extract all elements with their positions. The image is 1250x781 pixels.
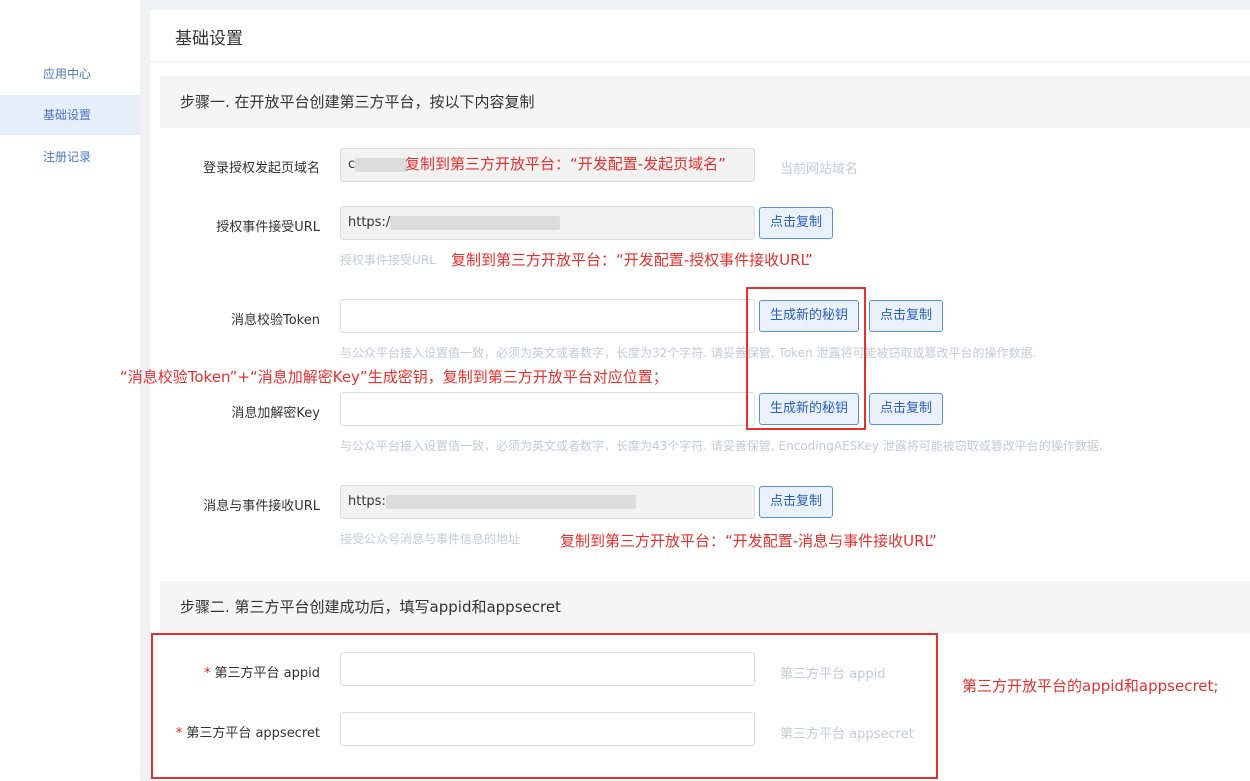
annotation-keys: “消息校验Token”+“消息加解密Key”生成密钥，复制到第三方开放平台对应位… — [120, 368, 668, 386]
sidebar-item-registration-records[interactable]: 注册记录 — [0, 137, 140, 177]
sidebar-item-app-center[interactable]: 应用中心 — [0, 54, 140, 94]
sidebar-item-label: 注册记录 — [43, 150, 92, 164]
page-title: 基础设置 — [175, 29, 243, 49]
appsecret-label-text: 第三方平台 appsecret — [186, 726, 320, 741]
annotation-msg-url: 复制到第三方开放平台：“开发配置-消息与事件接收URL” — [560, 532, 937, 550]
aes-key-label: 消息加解密Key — [231, 406, 320, 421]
step1-heading: 步骤一. 在开放平台创建第三方平台，按以下内容复制 — [160, 76, 1250, 128]
generate-token-button[interactable]: 生成新的秘钥 — [759, 300, 860, 332]
appid-label: * 第三方平台 appid — [204, 662, 320, 681]
auth-url-field: https:/ — [340, 206, 755, 240]
redacted-value — [385, 494, 636, 509]
token-input[interactable] — [340, 299, 755, 333]
copy-aes-key-button[interactable]: 点击复制 — [869, 393, 944, 425]
msg-url-value: https: — [348, 494, 386, 509]
annotation-domain: 复制到第三方开放平台：“开发配置-发起页域名” — [405, 155, 726, 173]
title-divider — [150, 61, 1250, 62]
appid-label-text: 第三方平台 appid — [214, 666, 320, 681]
sidebar-item-basic-settings[interactable]: 基础设置 — [0, 95, 140, 135]
token-hint: 与公众平台接入设置值一致，必须为英文或者数字，长度为32个字符. 请妥善保管, … — [340, 346, 1037, 360]
auth-url-hint: 授权事件接受URL — [340, 253, 436, 267]
auth-url-value: https:/ — [348, 215, 391, 230]
appid-side-hint: 第三方平台 appid — [780, 667, 886, 682]
appsecret-side-hint: 第三方平台 appsecret — [780, 727, 914, 742]
appid-input[interactable] — [340, 652, 755, 686]
copy-auth-url-button[interactable]: 点击复制 — [759, 207, 834, 239]
annotation-appid: 第三方开放平台的appid和appsecret; — [962, 677, 1219, 695]
msg-url-field: https: — [340, 485, 755, 519]
settings-panel: 基础设置 步骤一. 在开放平台创建第三方平台，按以下内容复制 登录授权发起页域名… — [150, 10, 1250, 781]
domain-side-hint: 当前网站域名 — [780, 162, 859, 177]
sidebar: 应用中心 基础设置 注册记录 — [0, 0, 140, 781]
appsecret-label: * 第三方平台 appsecret — [176, 722, 320, 741]
redacted-value — [355, 157, 408, 172]
msg-url-hint: 接受公众号消息与事件信息的地址 — [340, 532, 521, 546]
copy-msg-url-button[interactable]: 点击复制 — [759, 486, 834, 518]
required-mark: * — [175, 726, 183, 741]
step2-heading: 步骤二. 第三方平台创建成功后，填写appid和appsecret — [160, 581, 1250, 633]
sidebar-item-label: 基础设置 — [43, 108, 92, 122]
annotation-auth-url: 复制到第三方开放平台：“开发配置-授权事件接收URL” — [451, 251, 813, 269]
generate-aes-key-button[interactable]: 生成新的秘钥 — [759, 393, 860, 425]
domain-label: 登录授权发起页域名 — [202, 161, 320, 176]
redacted-value — [390, 215, 561, 230]
copy-token-button[interactable]: 点击复制 — [869, 300, 944, 332]
required-mark: * — [204, 666, 211, 681]
msg-url-label: 消息与事件接收URL — [203, 499, 320, 514]
aes-key-hint: 与公众平台接入设置值一致，必须为英文或者数字，长度为43个字符. 请妥善保管, … — [340, 439, 1103, 453]
domain-value: c — [348, 157, 356, 172]
auth-url-label: 授权事件接受URL — [216, 220, 320, 235]
aes-key-input[interactable] — [340, 392, 755, 426]
appsecret-input[interactable] — [340, 712, 755, 746]
token-label: 消息校验Token — [231, 313, 320, 328]
sidebar-item-label: 应用中心 — [43, 67, 92, 81]
